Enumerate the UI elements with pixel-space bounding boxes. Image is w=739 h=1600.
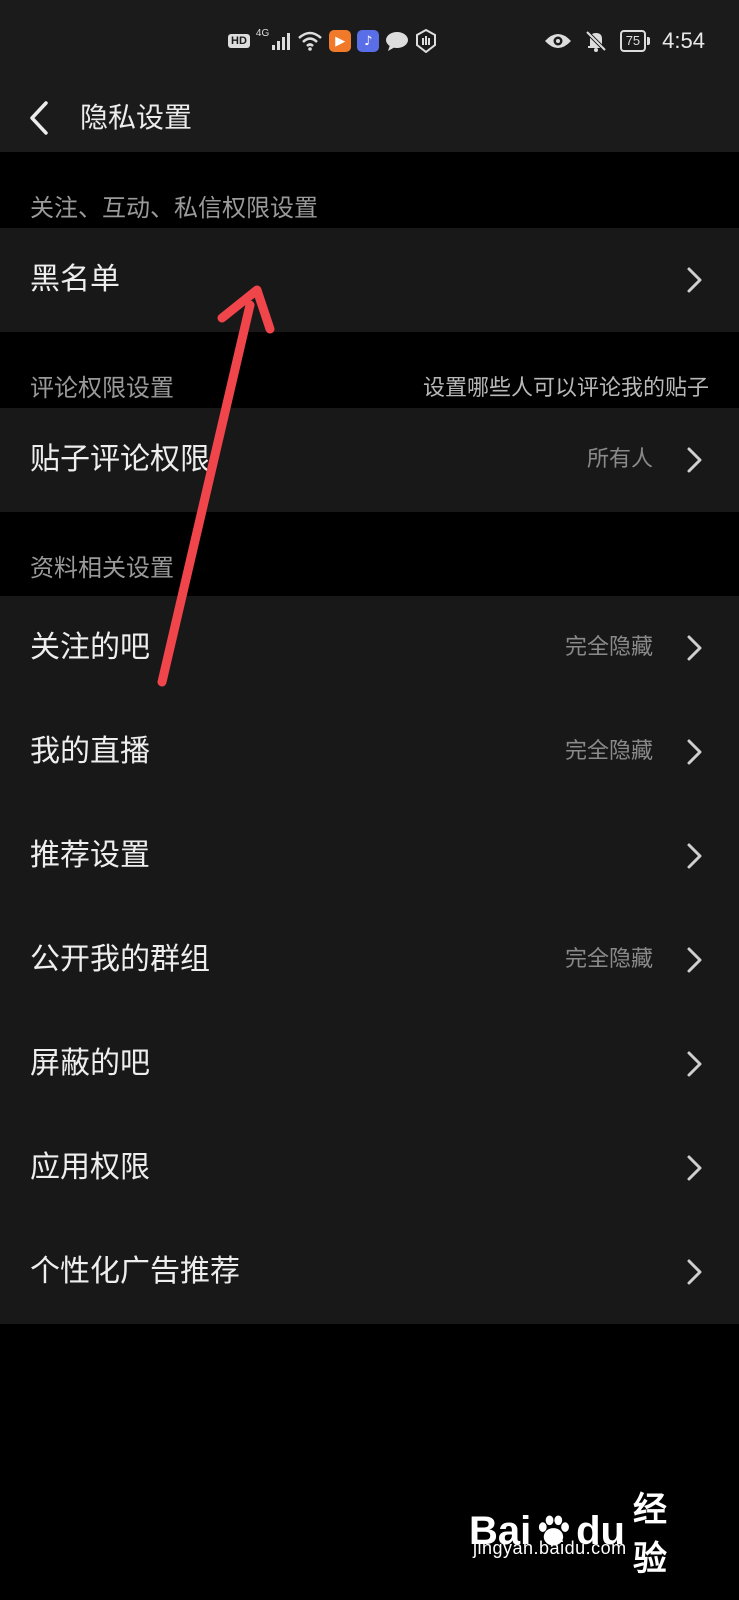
settings-row-followed-bars[interactable]: 关注的吧 完全隐藏 xyxy=(0,596,739,700)
app-orange-icon: ▶ xyxy=(329,30,352,52)
clock: 4:54 xyxy=(662,28,705,53)
status-bar: HD 4G ▶ ♪ 75 4:54 xyxy=(0,0,739,84)
message-icon xyxy=(385,30,409,52)
chevron-right-icon xyxy=(687,267,702,293)
settings-row-recommend[interactable]: 推荐设置 xyxy=(0,804,739,908)
chevron-right-icon xyxy=(687,635,702,661)
row-value: 完全隐藏 xyxy=(564,635,653,660)
settings-row-app-permissions[interactable]: 应用权限 xyxy=(0,1116,739,1220)
section-title: 资料相关设置 xyxy=(30,554,174,582)
settings-group-comment: 贴子评论权限 所有人 xyxy=(0,408,739,512)
section-title: 评论权限设置 xyxy=(30,374,174,402)
hd-icon: HD xyxy=(228,34,250,48)
row-label: 关注的吧 xyxy=(30,630,150,665)
row-label: 个性化广告推荐 xyxy=(30,1254,240,1289)
watermark-url: jingyan.baidu.com xyxy=(473,1538,627,1558)
network-type-label: 4G xyxy=(255,28,270,39)
row-value: 完全隐藏 xyxy=(564,739,653,764)
top-navigation-bar: 隐私设置 xyxy=(0,84,739,152)
row-label: 屏蔽的吧 xyxy=(30,1046,150,1081)
chevron-left-icon xyxy=(30,101,48,135)
section-description: 设置哪些人可以评论我的贴子 xyxy=(422,376,709,401)
app-music-icon: ♪ xyxy=(357,30,380,52)
row-label: 推荐设置 xyxy=(30,838,150,873)
row-label: 应用权限 xyxy=(30,1150,150,1185)
section-title: 关注、互动、私信权限设置 xyxy=(30,194,318,222)
chevron-right-icon xyxy=(687,1051,702,1077)
mute-icon xyxy=(584,29,608,53)
settings-row-personalized-ads[interactable]: 个性化广告推荐 xyxy=(0,1220,739,1324)
wifi-icon xyxy=(297,30,323,52)
row-value: 完全隐藏 xyxy=(564,947,653,972)
row-label: 公开我的群组 xyxy=(30,942,210,977)
status-right-icons: 75 4:54 xyxy=(544,26,705,56)
section-header-profile: 资料相关设置 xyxy=(0,512,739,596)
row-label: 贴子评论权限 xyxy=(30,442,210,477)
settings-group-interaction: 黑名单 xyxy=(0,228,739,332)
page-title: 隐私设置 xyxy=(80,101,193,134)
signal-icon xyxy=(271,31,291,51)
row-label: 黑名单 xyxy=(30,262,120,297)
status-left-icons: HD 4G ▶ ♪ xyxy=(228,28,437,54)
chevron-right-icon xyxy=(687,1155,702,1181)
section-header-comment: 评论权限设置 设置哪些人可以评论我的贴子 xyxy=(0,332,739,408)
chevron-right-icon xyxy=(687,447,702,473)
section-header-interaction: 关注、互动、私信权限设置 xyxy=(0,152,739,228)
chevron-right-icon xyxy=(687,947,702,973)
chevron-right-icon xyxy=(687,739,702,765)
settings-row-public-groups[interactable]: 公开我的群组 完全隐藏 xyxy=(0,908,739,1012)
eye-icon xyxy=(544,31,572,51)
settings-row-blacklist[interactable]: 黑名单 xyxy=(0,228,739,332)
settings-row-my-live[interactable]: 我的直播 完全隐藏 xyxy=(0,700,739,804)
chevron-right-icon xyxy=(687,843,702,869)
settings-group-profile: 关注的吧 完全隐藏 我的直播 完全隐藏 推荐设置 公开我的群组 完全隐藏 屏蔽的… xyxy=(0,596,739,1324)
hand-icon xyxy=(415,29,437,53)
watermark-brand: Bai du 经验 xyxy=(469,1482,699,1580)
watermark-jingyan: 经验 xyxy=(633,1491,667,1578)
baidu-jingyan-watermark: Bai du 经验 jingyan.baidu.com xyxy=(469,1482,699,1578)
battery-level: 75 xyxy=(619,30,647,52)
settings-row-post-comment-permission[interactable]: 贴子评论权限 所有人 xyxy=(0,408,739,512)
row-label: 我的直播 xyxy=(30,734,150,769)
chevron-right-icon xyxy=(687,1259,702,1285)
row-value: 所有人 xyxy=(586,447,653,472)
back-button[interactable] xyxy=(28,92,68,144)
settings-row-blocked-bars[interactable]: 屏蔽的吧 xyxy=(0,1012,739,1116)
battery-icon: 75 xyxy=(619,30,651,52)
